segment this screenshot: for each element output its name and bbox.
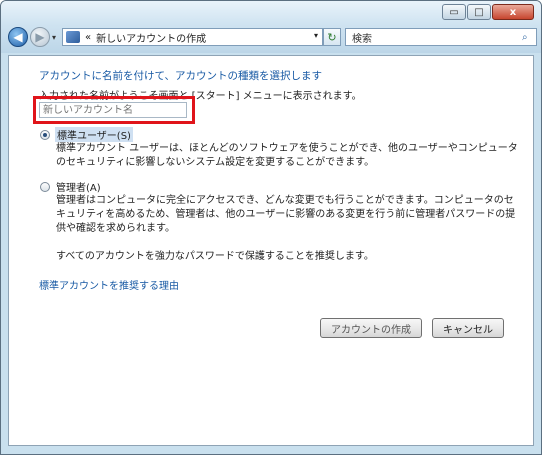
administrator-label[interactable]: 管理者(A) — [56, 179, 101, 194]
administrator-desc-1: 管理者はコンピュータに完全にアクセスでき、どんな変更でも行うことができます。コン… — [56, 195, 514, 206]
user-accounts-icon — [66, 31, 80, 43]
search-input[interactable]: 検索 — [346, 30, 522, 45]
search-box[interactable]: 検索 ⌕ — [345, 28, 537, 46]
refresh-icon: ↻ — [327, 30, 337, 44]
standard-user-radio[interactable] — [40, 130, 50, 140]
content-pane: アカウントに名前を付けて、アカウントの種類を選択します 入力された名前がようこそ… — [8, 55, 534, 446]
standard-user-label[interactable]: 標準ユーザー(S) — [55, 127, 133, 142]
standard-user-desc-2: のセキュリティに影響しないシステム設定を変更することができます。 — [56, 157, 375, 168]
window-bottom-frame — [1, 446, 541, 454]
maximize-button[interactable]: □ — [467, 4, 491, 20]
back-button[interactable]: ◀ — [8, 27, 28, 47]
refresh-button[interactable]: ↻ — [323, 28, 341, 46]
create-account-button[interactable]: アカウントの作成 — [320, 318, 422, 338]
cancel-button[interactable]: キャンセル — [432, 318, 504, 338]
administrator-desc-2: キュリティを高めるため、管理者は、他のユーザーに影響のある変更を行う前に管理者パ… — [56, 209, 516, 220]
page-heading: アカウントに名前を付けて、アカウントの種類を選択します — [39, 70, 322, 82]
breadcrumb-current[interactable]: 新しいアカウントの作成 — [96, 30, 206, 45]
administrator-desc-3: 供や確認を求められます。 — [56, 223, 175, 234]
minimize-button[interactable]: ▭ — [442, 4, 466, 20]
highlight-box — [33, 96, 195, 124]
caption-buttons: ▭ □ x — [441, 4, 534, 20]
recent-pages-dropdown[interactable]: ▾ — [52, 33, 56, 42]
address-bar[interactable]: « 新しいアカウントの作成 ▾ — [62, 28, 323, 46]
address-dropdown-icon[interactable]: ▾ — [314, 31, 318, 40]
control-panel-window: ▭ □ x ◀ ▶ ▾ « 新しいアカウントの作成 ▾ ↻ 検索 ⌕ アカウント… — [0, 0, 542, 455]
administrator-radio[interactable] — [40, 182, 50, 192]
back-arrow-icon: ◀ — [13, 30, 23, 44]
password-note: すべてのアカウントを強力なパスワードで保護することを推奨します。 — [56, 251, 374, 262]
forward-button[interactable]: ▶ — [30, 27, 50, 47]
navigation-bar: ◀ ▶ ▾ « 新しいアカウントの作成 ▾ ↻ 検索 ⌕ — [5, 27, 537, 49]
search-icon[interactable]: ⌕ — [522, 32, 536, 43]
why-standard-link[interactable]: 標準アカウントを推奨する理由 — [39, 277, 179, 292]
forward-arrow-icon: ▶ — [35, 30, 45, 44]
standard-user-desc-1: 標準アカウント ユーザーは、ほとんどのソフトウェアを使うことができ、他のユーザー… — [56, 143, 518, 154]
title-bar: ▭ □ x ◀ ▶ ▾ « 新しいアカウントの作成 ▾ ↻ 検索 ⌕ — [1, 1, 541, 53]
close-button[interactable]: x — [492, 4, 534, 20]
breadcrumb-overflow[interactable]: « — [85, 32, 91, 43]
